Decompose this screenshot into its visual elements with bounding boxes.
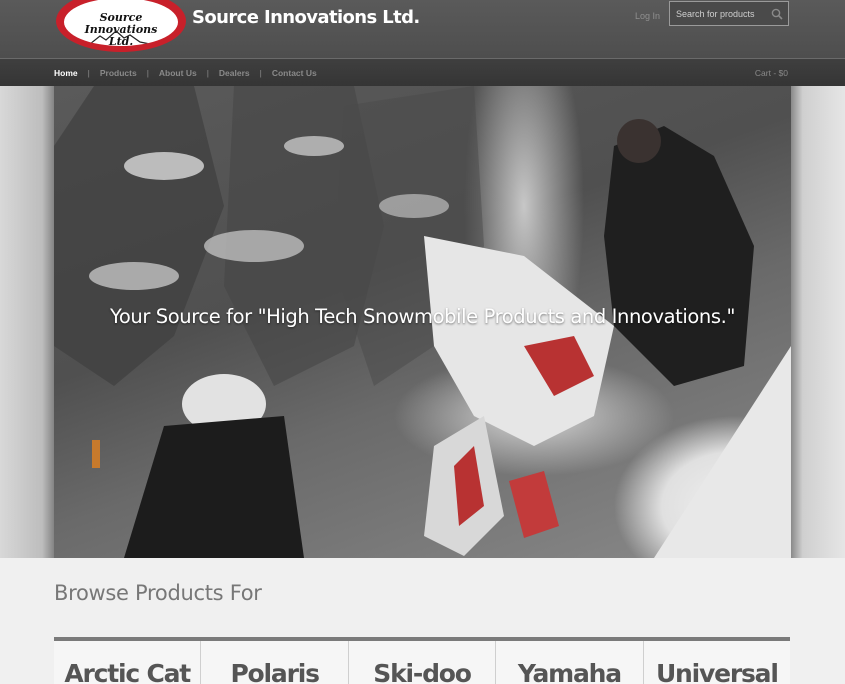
site-logo[interactable]: Source Innovations Ltd.: [56, 0, 186, 52]
nav-products[interactable]: Products: [100, 68, 137, 78]
nav-separator: |: [259, 68, 262, 78]
nav-separator: |: [206, 68, 209, 78]
brand-name[interactable]: Source Innovations Ltd.: [192, 7, 420, 28]
logo-inner: Source Innovations Ltd.: [64, 0, 178, 46]
brand-label: Ski-doo: [373, 659, 472, 684]
mountain-icon: [90, 30, 150, 44]
hero-section: Your Source for "High Tech Snowmobile Pr…: [0, 86, 845, 558]
brand-label: Universal: [655, 659, 779, 684]
brand-tile-ski-doo[interactable]: Ski-doo: [347, 641, 496, 684]
nav-about-us[interactable]: About Us: [159, 68, 197, 78]
main-nav: Home | Products | About Us | Dealers | C…: [54, 68, 317, 78]
nav-contact-us[interactable]: Contact Us: [272, 68, 317, 78]
main-navbar: Home | Products | About Us | Dealers | C…: [0, 58, 845, 86]
brand-tiles: Arctic Cat Polaris Ski-doo Yamaha Univer…: [54, 637, 791, 684]
hero-image: Your Source for "High Tech Snowmobile Pr…: [54, 86, 791, 558]
search-box: [669, 1, 789, 26]
brand-label: Yamaha: [517, 659, 622, 684]
nav-dealers[interactable]: Dealers: [219, 68, 250, 78]
brand-tile-yamaha[interactable]: Yamaha: [495, 641, 643, 684]
browse-heading: Browse Products For: [54, 581, 262, 605]
login-link[interactable]: Log In: [635, 11, 660, 21]
nav-separator: |: [146, 68, 149, 78]
nav-home[interactable]: Home: [54, 68, 78, 78]
brand-tile-universal[interactable]: Universal: [642, 641, 791, 684]
hero-tagline: Your Source for "High Tech Snowmobile Pr…: [109, 305, 736, 328]
search-icon[interactable]: [771, 8, 783, 20]
site-header: Source Innovations Ltd. Source Innovatio…: [0, 0, 845, 58]
cart-link[interactable]: Cart - $0: [755, 68, 788, 78]
brand-label: Arctic Cat: [64, 659, 191, 684]
nav-separator: |: [87, 68, 90, 78]
search-input[interactable]: [676, 7, 768, 21]
brand-tile-arctic-cat[interactable]: Arctic Cat: [54, 641, 201, 684]
brand-tile-polaris[interactable]: Polaris: [200, 641, 348, 684]
brand-label: Polaris: [230, 659, 320, 684]
